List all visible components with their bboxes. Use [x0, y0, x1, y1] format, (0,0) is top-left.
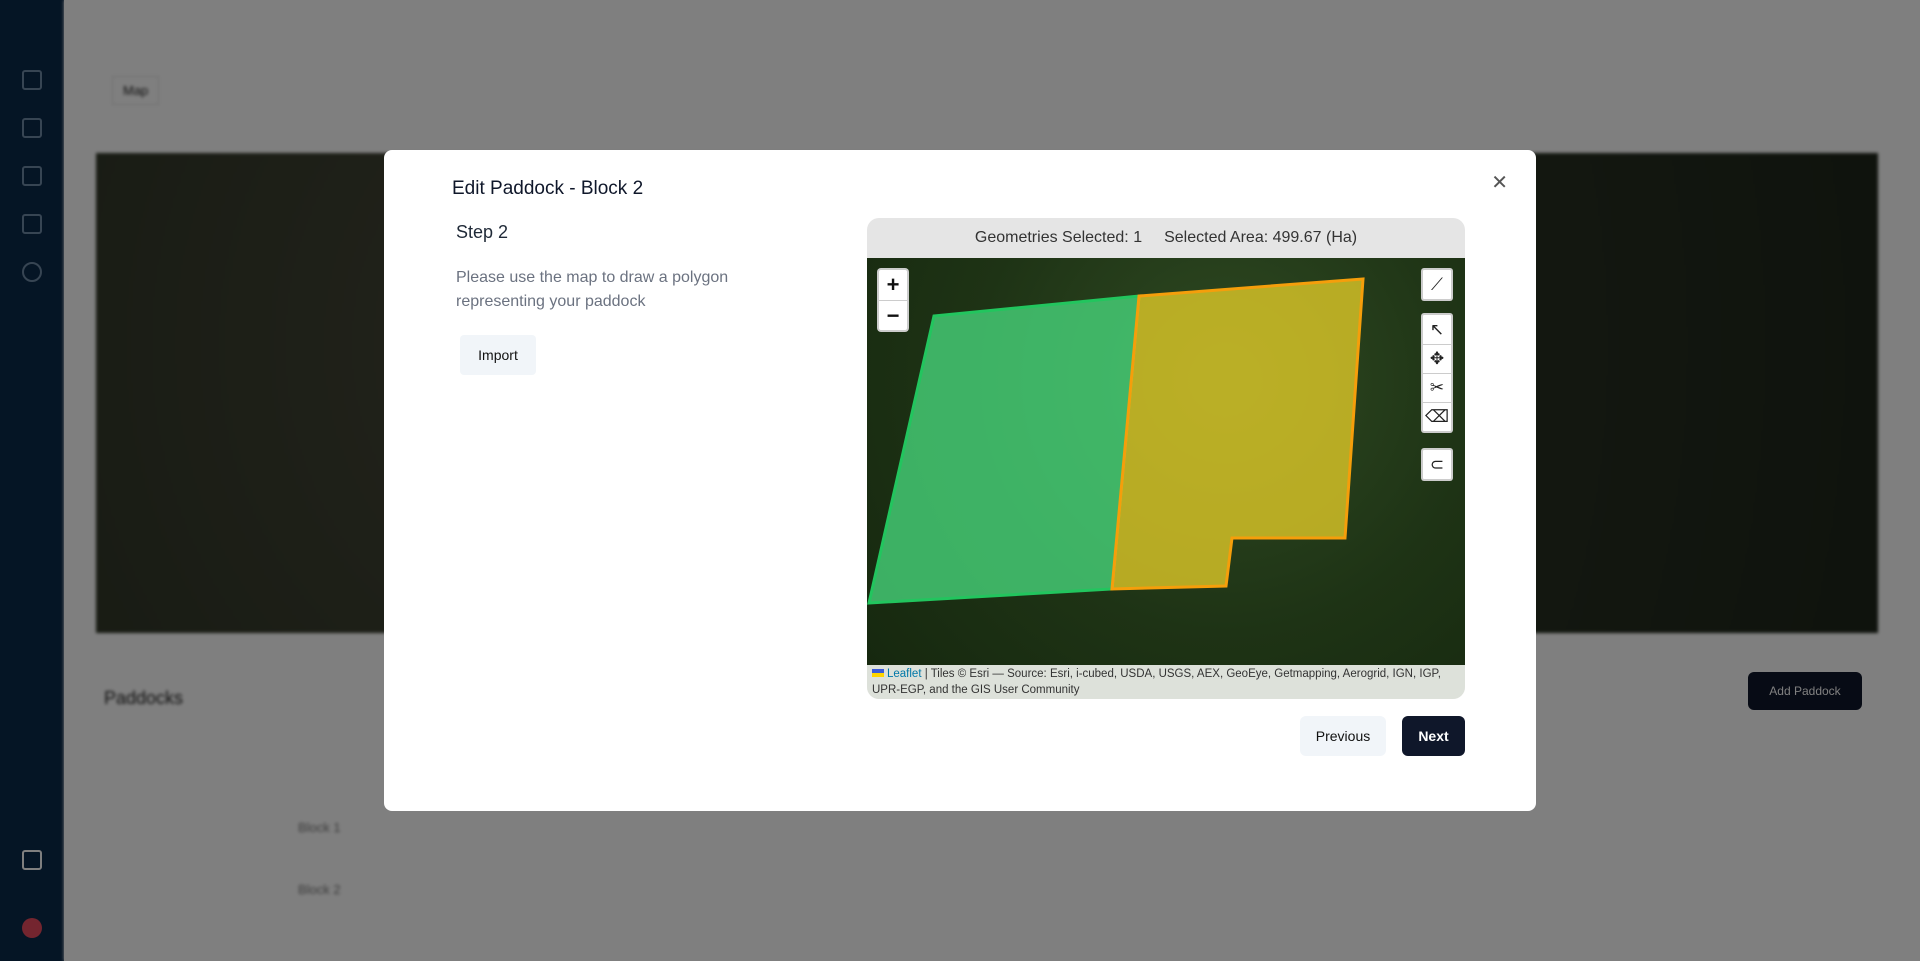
- magnet-icon[interactable]: ⊂: [1423, 450, 1451, 479]
- attribution-text: | Tiles © Esri — Source: Esri, i-cubed, …: [872, 668, 1441, 696]
- geometries-selected: Geometries Selected: 1: [974, 229, 1143, 246]
- map-container: Geometries Selected: 1 Selected Area: 49…: [867, 218, 1465, 699]
- paddock-polygon-selected[interactable]: [1110, 277, 1365, 591]
- map-attribution: Leaflet | Tiles © Esri — Source: Esri, i…: [867, 665, 1465, 699]
- edit-vertices-icon[interactable]: ↖: [1423, 315, 1451, 344]
- map-selection-info: Geometries Selected: 1 Selected Area: 49…: [867, 218, 1465, 258]
- paddock-polygon-existing[interactable]: [867, 294, 1141, 605]
- selected-area: Selected Area: 499.67 (Ha): [1164, 229, 1358, 246]
- previous-button[interactable]: Previous: [1300, 716, 1386, 756]
- ukraine-flag-icon: [872, 669, 884, 677]
- eraser-icon[interactable]: ⌫: [1423, 402, 1451, 431]
- step-label: Step 2: [456, 222, 509, 242]
- next-button[interactable]: Next: [1402, 716, 1465, 756]
- zoom-in-button[interactable]: +: [879, 270, 907, 300]
- cut-icon[interactable]: ✂: [1423, 373, 1451, 402]
- move-icon[interactable]: ✥: [1423, 344, 1451, 373]
- map-canvas[interactable]: + − ⟋ ↖ ✥ ✂ ⌫ ⊂: [867, 258, 1465, 665]
- snap-toolbar: ⊂: [1421, 448, 1453, 481]
- import-button[interactable]: Import: [460, 335, 536, 375]
- close-icon[interactable]: ✕: [1491, 170, 1508, 195]
- zoom-control: + −: [877, 268, 909, 332]
- step-description: Please use the map to draw a polygon rep…: [456, 269, 729, 310]
- draw-toolbar: ⟋: [1421, 268, 1453, 301]
- draw-polygon-icon[interactable]: ⟋: [1423, 270, 1451, 299]
- modal-title: Edit Paddock - Block 2: [452, 178, 644, 199]
- zoom-out-button[interactable]: −: [879, 300, 907, 330]
- leaflet-link[interactable]: Leaflet: [887, 668, 922, 680]
- edit-paddock-modal: Edit Paddock - Block 2 ✕ Step 2 Please u…: [384, 150, 1536, 811]
- edit-toolbar: ↖ ✥ ✂ ⌫: [1421, 313, 1453, 433]
